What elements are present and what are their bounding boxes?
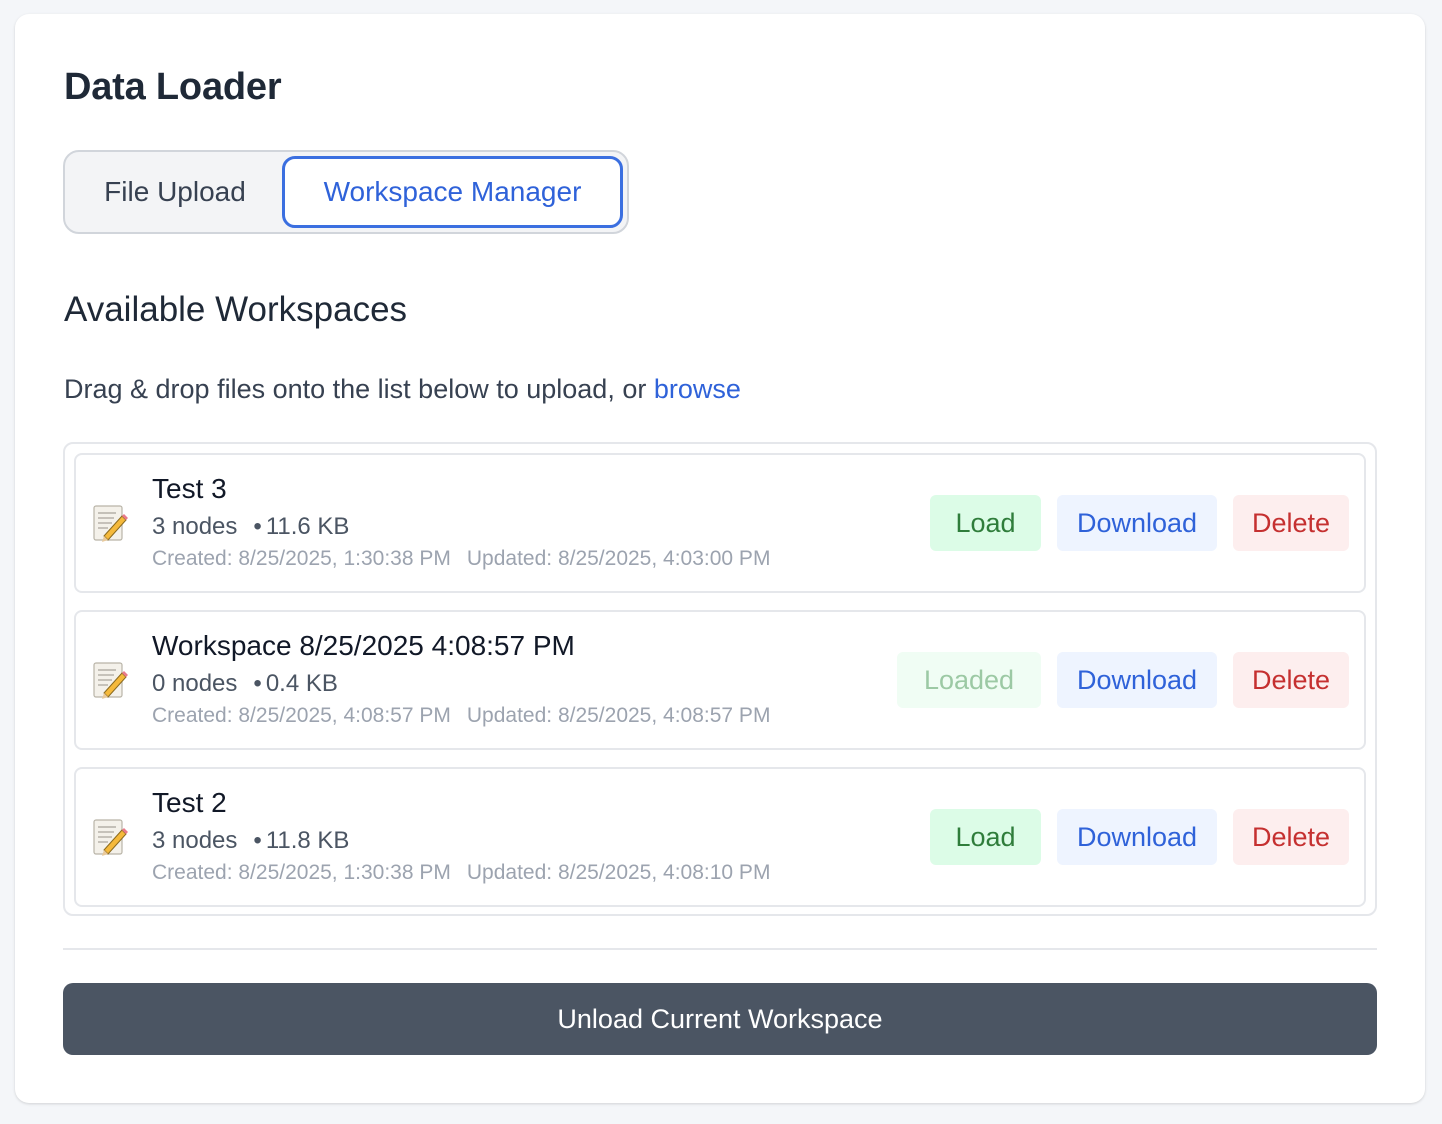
- workspace-size: 0.4 KB: [265, 670, 338, 697]
- workspace-row: Workspace 8/25/2025 4:08:57 PM 0 nodes • 0…: [74, 610, 1366, 750]
- workspace-row: Test 2 3 nodes • 11.8 KB Created: 8/25/202…: [74, 767, 1366, 907]
- workspace-node-count: 0 nodes: [152, 670, 238, 697]
- workspace-meta: 0 nodes • 0.4 KB: [152, 670, 338, 698]
- meta-separator: •: [253, 670, 262, 697]
- memo-icon: [93, 505, 128, 542]
- memo-icon: [93, 819, 128, 856]
- workspace-list[interactable]: Test 3 3 nodes • 11.6 KB Created: 8/25/202…: [63, 442, 1377, 916]
- data-loader-card: Data Loader File Upload Workspace Manage…: [15, 14, 1425, 1103]
- meta-separator: •: [253, 513, 262, 540]
- workspace-node-count: 3 nodes: [152, 513, 238, 540]
- download-button[interactable]: Download: [1057, 495, 1217, 551]
- workspace-size: 11.8 KB: [265, 827, 350, 854]
- workspace-row: Test 3 3 nodes • 11.6 KB Created: 8/25/202…: [74, 453, 1366, 593]
- workspace-updated: Updated: 8/25/2025, 4:03:00 PM: [466, 547, 771, 570]
- workspace-meta: 3 nodes • 11.8 KB: [152, 827, 349, 855]
- upload-hint-text: Drag & drop files onto the list below to…: [64, 374, 654, 404]
- workspace-name: Test 2: [152, 787, 227, 818]
- unload-workspace-button[interactable]: Unload Current Workspace: [63, 983, 1377, 1055]
- workspace-name: Workspace 8/25/2025 4:08:57 PM: [152, 630, 575, 661]
- upload-hint: Drag & drop files onto the list below to…: [64, 374, 741, 405]
- delete-button[interactable]: Delete: [1233, 652, 1349, 708]
- workspace-dates: Created: 8/25/2025, 4:08:57 PM Updated: 8…: [152, 704, 770, 728]
- workspace-size: 11.6 KB: [265, 513, 350, 540]
- workspace-dates: Created: 8/25/2025, 1:30:38 PM Updated: 8…: [152, 861, 770, 885]
- tab-switcher: File Upload Workspace Manager: [63, 150, 629, 234]
- workspace-node-count: 3 nodes: [152, 827, 238, 854]
- browse-link[interactable]: browse: [654, 374, 741, 404]
- tab-file-upload[interactable]: File Upload: [69, 156, 281, 228]
- workspace-updated: Updated: 8/25/2025, 4:08:57 PM: [466, 704, 771, 727]
- page-title: Data Loader: [64, 66, 282, 108]
- download-button[interactable]: Download: [1057, 809, 1217, 865]
- workspace-updated: Updated: 8/25/2025, 4:08:10 PM: [466, 861, 771, 884]
- workspace-created: Created: 8/25/2025, 4:08:57 PM: [152, 704, 451, 727]
- workspace-created: Created: 8/25/2025, 1:30:38 PM: [152, 547, 451, 570]
- workspace-created: Created: 8/25/2025, 1:30:38 PM: [152, 861, 451, 884]
- delete-button[interactable]: Delete: [1233, 495, 1349, 551]
- download-button[interactable]: Download: [1057, 652, 1217, 708]
- meta-separator: •: [253, 827, 262, 854]
- memo-icon: [93, 662, 128, 699]
- workspace-name: Test 3: [152, 473, 227, 504]
- loaded-status-button: Loaded: [897, 652, 1041, 708]
- load-button[interactable]: Load: [930, 495, 1041, 551]
- workspace-meta: 3 nodes • 11.6 KB: [152, 513, 349, 541]
- delete-button[interactable]: Delete: [1233, 809, 1349, 865]
- section-title: Available Workspaces: [64, 290, 408, 329]
- tab-workspace-manager[interactable]: Workspace Manager: [282, 156, 623, 228]
- divider: [63, 948, 1377, 950]
- workspace-dates: Created: 8/25/2025, 1:30:38 PM Updated: 8…: [152, 547, 770, 571]
- load-button[interactable]: Load: [930, 809, 1041, 865]
